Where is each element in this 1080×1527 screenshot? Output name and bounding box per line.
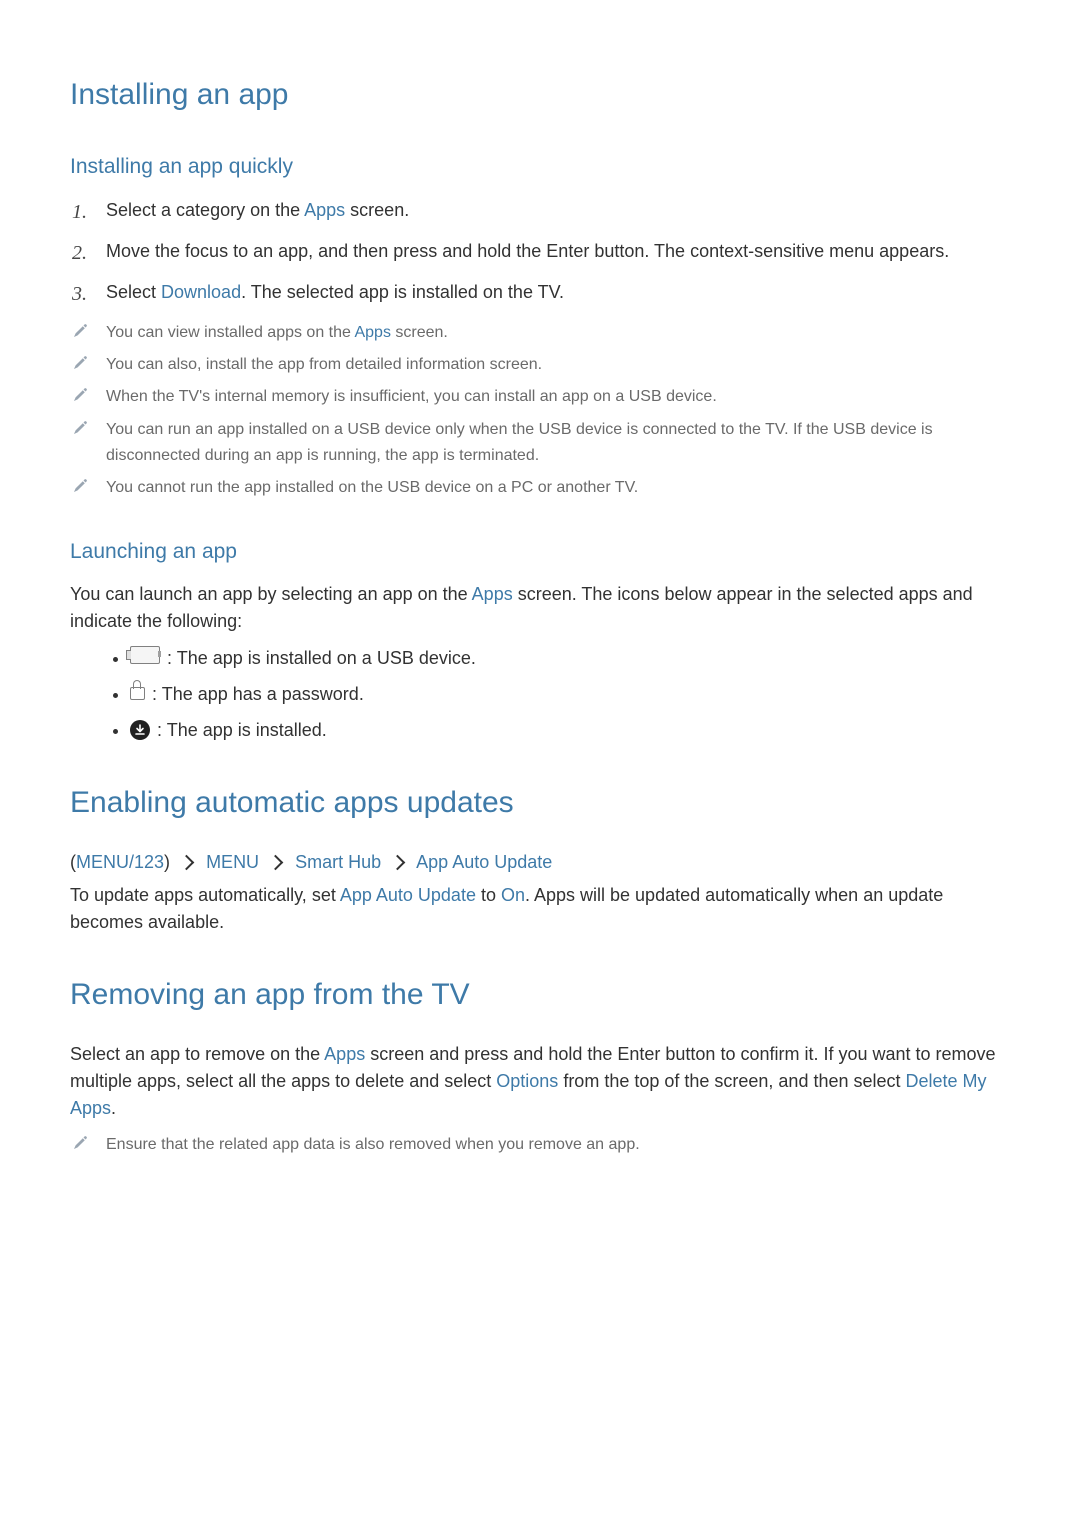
menu-path: (MENU/123) MENU Smart Hub App Auto Updat… (70, 849, 1010, 876)
install-steps-list: 1. Select a category on the Apps screen.… (70, 197, 1010, 306)
step-text-post: . The selected app is installed on the T… (241, 282, 564, 302)
enabling-body: To update apps automatically, set App Au… (70, 882, 1010, 936)
step-1: 1. Select a category on the Apps screen. (70, 197, 1010, 224)
chevron-right-icon (390, 855, 406, 871)
note-row: You can view installed apps on the Apps … (70, 320, 1010, 346)
note-row: When the TV's internal memory is insuffi… (70, 384, 1010, 410)
note-row: You can run an app installed on a USB de… (70, 417, 1010, 470)
link-apps: Apps (472, 584, 513, 604)
step-text: Select a category on the (106, 200, 304, 220)
heading-installing-an-app: Installing an app (70, 72, 1010, 117)
step-3: 3. Select Download. The selected app is … (70, 279, 1010, 306)
icon-item-usb: : The app is installed on a USB device. (130, 645, 1010, 673)
text: Select an app to remove on the (70, 1044, 324, 1064)
link-options: Options (496, 1071, 558, 1091)
step-number: 3. (72, 279, 87, 309)
note-text-post: screen. (391, 324, 448, 341)
icon-legend-list: : The app is installed on a USB device. … (70, 645, 1010, 744)
note-text: Ensure that the related app data is also… (106, 1136, 640, 1153)
path-appautoupdate: App Auto Update (416, 852, 552, 872)
text: . (111, 1098, 116, 1118)
note-row: Ensure that the related app data is also… (70, 1132, 1010, 1158)
pencil-icon (72, 477, 88, 493)
link-apps: Apps (324, 1044, 365, 1064)
step-number: 2. (72, 238, 87, 268)
step-2: 2. Move the focus to an app, and then pr… (70, 238, 1010, 265)
usb-device-icon (130, 645, 160, 672)
icon-item-text: : The app is installed on a USB device. (167, 648, 476, 668)
removing-body: Select an app to remove on the Apps scre… (70, 1041, 1010, 1122)
subheading-installing-quickly: Installing an app quickly (70, 151, 1010, 183)
heading-enabling-updates: Enabling automatic apps updates (70, 780, 1010, 825)
step-text: Move the focus to an app, and then press… (106, 241, 949, 261)
link-download: Download (161, 282, 241, 302)
pencil-icon (72, 322, 88, 338)
link-on: On (501, 885, 525, 905)
note-text: When the TV's internal memory is insuffi… (106, 388, 717, 405)
pencil-icon (72, 386, 88, 402)
icon-item-text: : The app is installed. (157, 720, 327, 740)
text: You can launch an app by selecting an ap… (70, 584, 472, 604)
note-text: You can also, install the app from detai… (106, 356, 542, 373)
subheading-launching: Launching an app (70, 536, 1010, 568)
chevron-right-icon (268, 855, 284, 871)
note-row: You can also, install the app from detai… (70, 352, 1010, 378)
note-text: You cannot run the app installed on the … (106, 479, 638, 496)
note-row: You cannot run the app installed on the … (70, 475, 1010, 501)
icon-item-password: : The app has a password. (130, 681, 1010, 709)
paren-close: ) (164, 852, 170, 872)
step-text: Select (106, 282, 161, 302)
lock-icon (130, 681, 145, 708)
step-text-post: screen. (345, 200, 409, 220)
text: to (476, 885, 501, 905)
chevron-right-icon (179, 855, 195, 871)
installed-icon (130, 720, 150, 740)
heading-removing-app: Removing an app from the TV (70, 972, 1010, 1017)
step-number: 1. (72, 197, 87, 227)
icon-item-installed: : The app is installed. (130, 717, 1010, 744)
path-menu: MENU (206, 852, 259, 872)
pencil-icon (72, 419, 88, 435)
path-smarthub: Smart Hub (295, 852, 381, 872)
pencil-icon (72, 354, 88, 370)
link-apps: Apps (354, 324, 390, 341)
text: from the top of the screen, and then sel… (558, 1071, 905, 1091)
launching-body: You can launch an app by selecting an ap… (70, 581, 1010, 635)
pencil-icon (72, 1134, 88, 1150)
icon-item-text: : The app has a password. (152, 684, 364, 704)
path-menu123: MENU/123 (76, 852, 164, 872)
note-text: You can run an app installed on a USB de… (106, 421, 933, 464)
link-apps: Apps (304, 200, 345, 220)
link-app-auto-update: App Auto Update (340, 885, 476, 905)
text: To update apps automatically, set (70, 885, 340, 905)
note-text: You can view installed apps on the (106, 324, 354, 341)
